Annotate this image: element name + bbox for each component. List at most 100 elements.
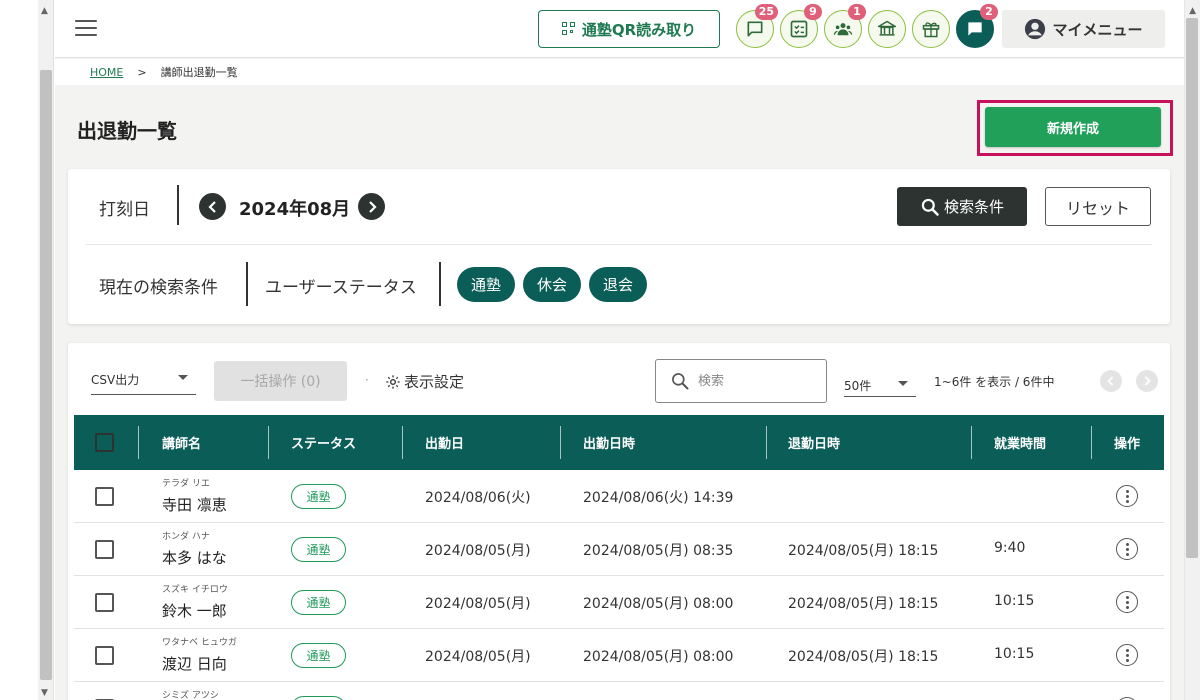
column-divider — [766, 426, 767, 459]
table-search-box[interactable] — [655, 359, 827, 403]
search-input[interactable] — [698, 373, 808, 389]
display-settings-label: 表示設定 — [404, 373, 465, 391]
more-options-icon[interactable] — [1116, 485, 1138, 507]
row-checkbox[interactable] — [95, 540, 114, 559]
chat-button[interactable]: 2 — [956, 4, 998, 48]
divider — [86, 244, 1152, 245]
csv-export-select[interactable]: CSV出力 — [91, 367, 196, 395]
status-filter-chip: 通塾 — [457, 267, 515, 302]
table-row[interactable]: ワタナベ ヒュウガ 渡辺 日向 通塾 2024/08/05(月) 2024/08… — [74, 629, 1164, 682]
my-menu-label: マイメニュー — [1052, 20, 1143, 39]
attendance-table-panel: CSV出力 一括操作 (0) · 表示設定 50件 1~6件 を表示 / 6件中 — [68, 343, 1170, 700]
teacher-name-kana: ワタナベ ヒュウガ — [162, 638, 237, 648]
date-label: 打刻日 — [99, 200, 150, 220]
header-work-hours[interactable]: 就業時間 — [994, 415, 1046, 470]
teacher-name: 寺田 凛恵 — [162, 496, 227, 514]
search-conditions-label: 検索条件 — [943, 198, 1004, 216]
teacher-name: 本多 はな — [162, 549, 227, 567]
result-count: 1~6件 を表示 / 6件中 — [934, 375, 1055, 389]
per-page-value: 50件 — [844, 379, 872, 393]
messages-button[interactable]: 25 — [736, 4, 778, 48]
gift-button[interactable] — [912, 10, 950, 48]
teacher-name-kana: スズキ イチロウ — [162, 585, 228, 595]
reset-button[interactable]: リセット — [1045, 187, 1151, 226]
more-options-icon[interactable] — [1116, 538, 1138, 560]
qr-code-icon — [561, 22, 576, 36]
breadcrumb-home-link[interactable]: HOME — [90, 66, 123, 79]
per-page-select[interactable]: 50件 — [844, 369, 916, 397]
clock-in-time: 2024/08/06(火) 14:39 — [583, 490, 734, 506]
clock-out-time: 2024/08/05(月) 18:15 — [788, 649, 939, 665]
search-panel: 打刻日 2024年08月 検索条件 リセット 現在の検索条件 ユーザーステータス… — [68, 169, 1170, 324]
next-page-button[interactable] — [1136, 370, 1158, 392]
school-icon — [877, 20, 897, 36]
hamburger-menu-icon[interactable] — [75, 20, 97, 36]
header-work-date[interactable]: 出勤日 — [425, 415, 464, 470]
scroll-down-arrow-icon[interactable]: ▼ — [41, 688, 48, 698]
new-create-button[interactable]: 新規作成 — [985, 107, 1161, 147]
more-options-icon[interactable] — [1116, 591, 1138, 613]
next-month-button[interactable] — [358, 193, 385, 220]
teacher-name-kana: テラダ リエ — [162, 479, 210, 489]
my-menu-button[interactable]: マイメニュー — [1002, 10, 1165, 48]
left-scroll-thumb[interactable] — [40, 70, 52, 680]
group-button[interactable]: 1 — [824, 4, 866, 48]
gear-icon — [386, 374, 400, 389]
status-filter-chip: 休会 — [523, 267, 581, 302]
status-badge: 通塾 — [291, 590, 346, 615]
header-status[interactable]: ステータス — [291, 415, 356, 470]
column-divider — [560, 426, 561, 459]
column-divider — [268, 426, 269, 459]
breadcrumb-separator: > — [137, 65, 147, 79]
page-scroll-thumb[interactable] — [1186, 18, 1198, 558]
search-icon — [672, 373, 689, 390]
attendance-table: 講師名 ステータス 出勤日 出勤日時 退勤日時 就業時間 操作 テラダ リエ 寺… — [74, 415, 1164, 700]
header-clock-in[interactable]: 出勤日時 — [583, 415, 635, 470]
bulk-action-button[interactable]: 一括操作 (0) — [214, 361, 347, 401]
column-divider — [402, 426, 403, 459]
chat-icon — [968, 22, 982, 36]
search-conditions-button[interactable]: 検索条件 — [897, 187, 1027, 226]
csv-export-label: CSV出力 — [91, 373, 140, 387]
school-button[interactable] — [868, 10, 906, 48]
prev-month-button[interactable] — [199, 193, 226, 220]
row-checkbox[interactable] — [95, 646, 114, 665]
breadcrumb: HOME > 講師出退勤一覧 — [55, 59, 1184, 85]
current-month: 2024年08月 — [239, 199, 351, 220]
work-date: 2024/08/05(月) — [425, 649, 531, 665]
row-checkbox[interactable] — [95, 593, 114, 612]
status-badge: 通塾 — [291, 643, 346, 668]
prev-page-button[interactable] — [1100, 370, 1122, 392]
checklist-button[interactable]: 9 — [780, 4, 822, 48]
more-options-icon[interactable] — [1116, 644, 1138, 666]
clock-in-time: 2024/08/05(月) 08:00 — [583, 596, 734, 612]
work-date: 2024/08/06(火) — [425, 490, 531, 506]
notification-badge: 25 — [754, 4, 778, 20]
clock-out-time: 2024/08/05(月) 18:15 — [788, 596, 939, 612]
table-row[interactable]: ホンダ ハナ 本多 はな 通塾 2024/08/05(月) 2024/08/05… — [74, 523, 1164, 576]
qr-scan-button[interactable]: 通塾QR読み取り — [538, 10, 720, 48]
breadcrumb-current: 講師出退勤一覧 — [160, 66, 238, 79]
chevron-right-icon — [1144, 376, 1151, 386]
dropdown-caret-icon — [178, 375, 188, 380]
notification-badge: 9 — [804, 4, 822, 20]
display-settings-button[interactable]: 表示設定 — [385, 371, 464, 392]
header-teacher-name[interactable]: 講師名 — [162, 415, 201, 470]
notification-badge: 2 — [980, 4, 998, 20]
header-clock-out[interactable]: 退勤日時 — [788, 415, 840, 470]
scroll-up-arrow-icon[interactable]: ▲ — [41, 6, 48, 16]
top-bar: 通塾QR読み取り 25 9 1 2 マイメニュー — [55, 0, 1184, 58]
table-row[interactable]: スズキ イチロウ 鈴木 一郎 通塾 2024/08/05(月) 2024/08/… — [74, 576, 1164, 629]
table-row[interactable]: シミズ アツシ — [74, 682, 1164, 700]
chevron-left-icon — [207, 200, 216, 213]
status-filter-chip: 退会 — [589, 267, 647, 302]
column-divider — [1091, 426, 1092, 459]
scroll-up-arrow-icon[interactable]: ▲ — [1189, 6, 1196, 16]
work-hours: 10:15 — [994, 593, 1035, 609]
account-circle-icon — [1025, 18, 1046, 40]
table-row[interactable]: テラダ リエ 寺田 凛恵 通塾 2024/08/06(火) 2024/08/06… — [74, 470, 1164, 523]
select-all-checkbox[interactable] — [95, 433, 114, 452]
page-title: 出退勤一覧 — [77, 119, 177, 143]
user-status-label: ユーザーステータス — [265, 278, 417, 298]
row-checkbox[interactable] — [95, 487, 114, 506]
